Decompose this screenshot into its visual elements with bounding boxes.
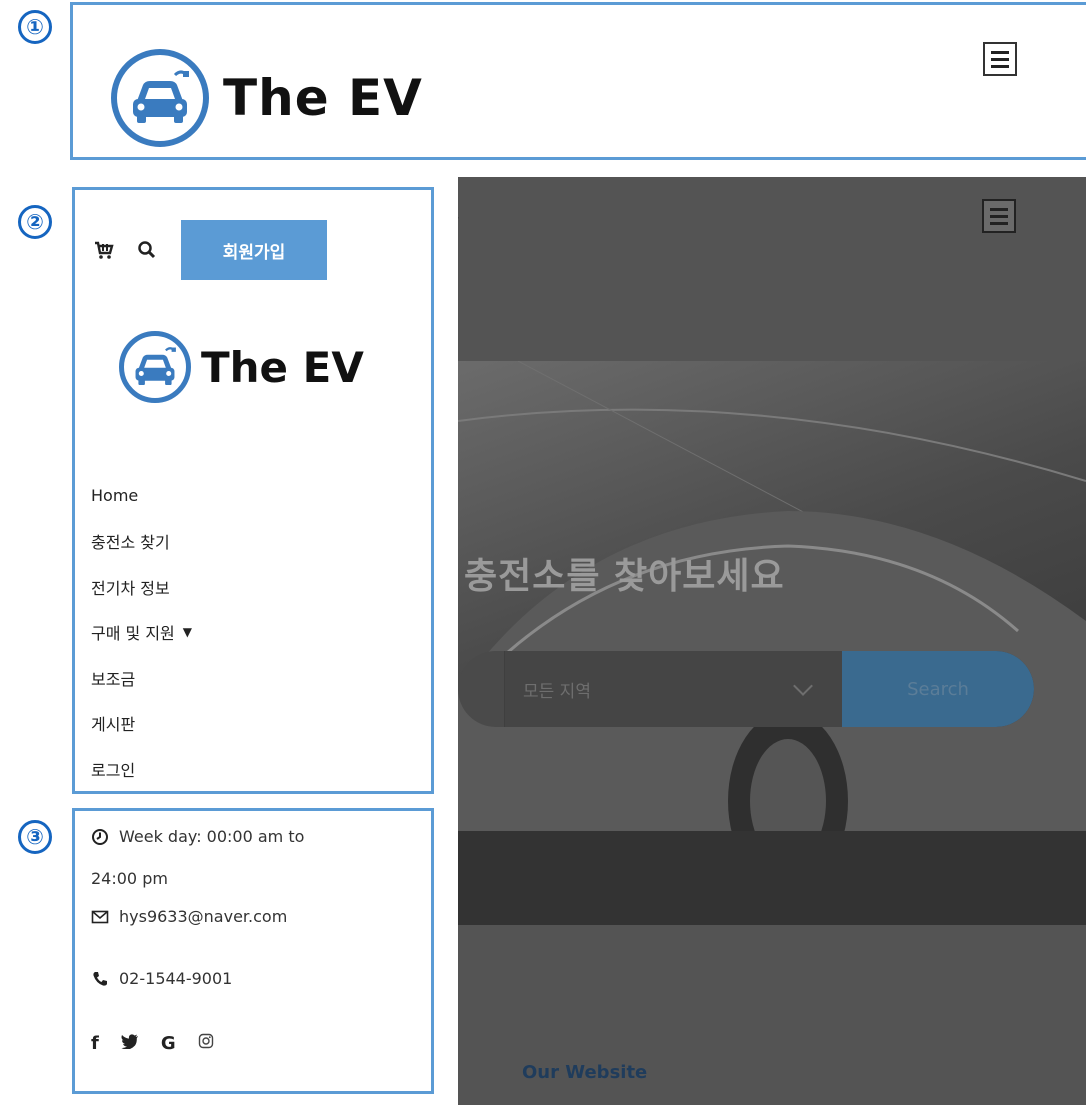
hours-line2-text: 24:00 pm — [91, 869, 168, 888]
nav-item-board[interactable]: 게시판 — [91, 701, 192, 747]
footer-heading: Our Website — [522, 1062, 648, 1083]
twitter-icon[interactable] — [121, 1033, 139, 1054]
instagram-icon[interactable] — [198, 1033, 214, 1054]
cart-icon[interactable] — [93, 240, 115, 260]
nav-item-find-stations[interactable]: 충전소 찾기 — [91, 519, 192, 565]
facebook-icon[interactable]: f — [91, 1033, 99, 1054]
station-search-bar: 모든 지역 Search — [458, 651, 1034, 727]
header-panel: The EV — [70, 2, 1086, 160]
hero-car-image — [458, 361, 1086, 925]
brand-logo[interactable]: The EV — [111, 49, 423, 147]
nav-label: 구매 및 지원 — [91, 624, 175, 644]
nav-item-purchase-support[interactable]: 구매 및 지원 ▼ — [91, 610, 192, 656]
clock-icon — [91, 828, 109, 846]
phone-icon — [91, 970, 109, 988]
sidebar-brand-name: The EV — [201, 342, 364, 392]
hours-line2: 24:00 pm — [91, 869, 168, 888]
section-badge-3: ③ — [18, 820, 52, 854]
ev-car-logo-icon — [119, 331, 191, 403]
nav-label: 로그인 — [91, 760, 136, 780]
email-row[interactable]: hys9633@naver.com — [91, 907, 287, 926]
nav-label: 충전소 찾기 — [91, 533, 170, 553]
email-text: hys9633@naver.com — [119, 907, 288, 926]
chevron-down-icon — [793, 676, 813, 696]
section-badge-1: ① — [18, 10, 52, 44]
social-links: f G — [91, 1033, 214, 1054]
region-select: 모든 지역 — [504, 651, 844, 727]
sidebar-brand-logo[interactable]: The EV — [119, 331, 364, 403]
nav-item-login[interactable]: 로그인 — [91, 746, 192, 792]
nav-item-subsidy[interactable]: 보조금 — [91, 655, 192, 701]
sidebar-menu-panel: 회원가입 The EV Home 충전소 찾기 전기차 정보 구매 및 지원 ▼ … — [72, 187, 434, 794]
search-button: Search — [842, 651, 1034, 727]
brand-name: The EV — [223, 69, 423, 127]
nav-label: 보조금 — [91, 669, 136, 689]
business-hours: Week day: 00:00 am to — [91, 827, 304, 846]
region-select-value: 모든 지역 — [523, 681, 591, 702]
nav-label: Home — [91, 486, 139, 506]
hamburger-menu-icon[interactable] — [983, 42, 1017, 76]
hero-title: 충전소를 찾아보세요 — [464, 556, 785, 597]
hours-line1: Week day: 00:00 am to — [119, 827, 305, 846]
google-icon[interactable]: G — [161, 1033, 176, 1054]
nav-item-ev-info[interactable]: 전기차 정보 — [91, 564, 192, 610]
dropdown-arrow-icon: ▼ — [182, 625, 193, 640]
section-badge-2: ② — [18, 205, 52, 239]
contact-info-panel: Week day: 00:00 am to 24:00 pm hys9633@n… — [72, 808, 434, 1094]
nav-label: 전기차 정보 — [91, 578, 170, 598]
nav-label: 게시판 — [91, 715, 136, 735]
background-page-overlay: 충전소를 찾아보세요 모든 지역 Search — [458, 177, 1086, 1105]
background-hamburger-icon — [982, 199, 1016, 233]
search-icon[interactable] — [137, 240, 157, 260]
ev-car-logo-icon — [111, 49, 209, 147]
phone-row[interactable]: 02-1544-9001 — [91, 969, 232, 988]
envelope-icon — [91, 908, 109, 926]
sidebar-nav: Home 충전소 찾기 전기차 정보 구매 및 지원 ▼ 보조금 게시판 로그인 — [91, 473, 192, 792]
phone-text: 02-1544-9001 — [119, 969, 233, 988]
nav-item-home[interactable]: Home — [91, 473, 192, 519]
signup-button[interactable]: 회원가입 — [181, 220, 327, 280]
